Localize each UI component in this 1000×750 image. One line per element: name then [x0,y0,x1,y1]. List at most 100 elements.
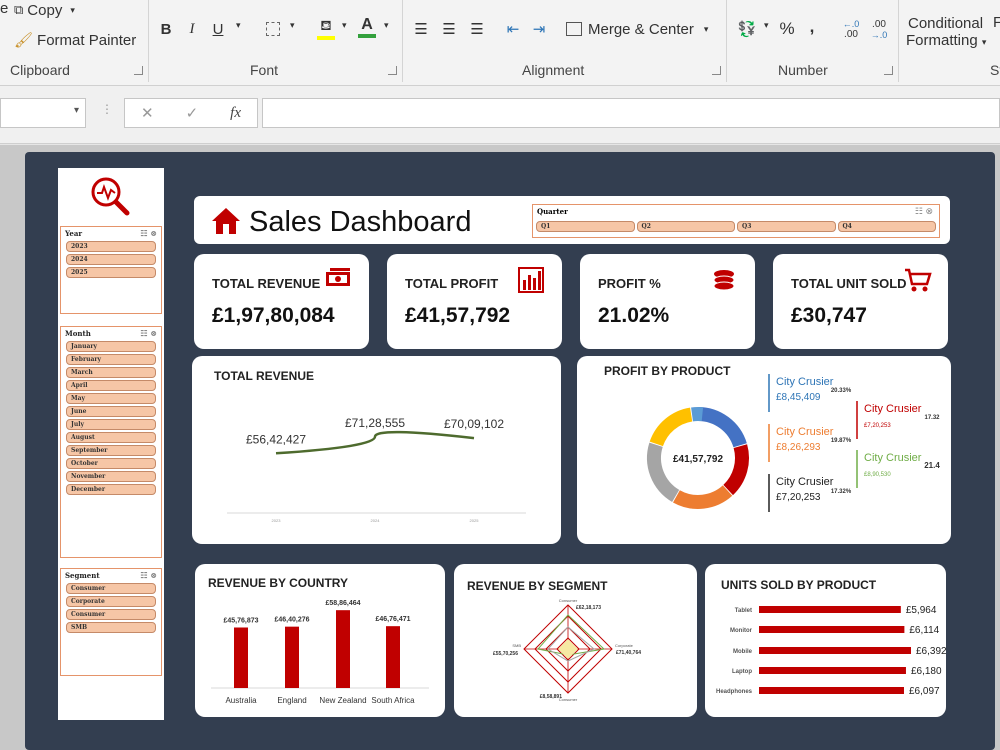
name-box[interactable]: ▾ [0,98,86,128]
data-label: £6,392 [916,646,946,657]
slicer-item[interactable]: June [66,406,156,417]
slicer-item[interactable]: Q2 [636,221,735,232]
conditional-formatting-button[interactable]: Conditional Formatting ▾ [902,10,994,54]
dialog-launcher-icon[interactable] [712,66,721,75]
slicer-item[interactable]: 2023 [66,241,156,252]
accounting-format-button[interactable]: 💱 [734,18,760,40]
align-right-button[interactable]: ☰ [466,18,488,40]
chevron-down-icon[interactable]: ▾ [384,20,389,31]
slicer-item[interactable]: Q1 [536,221,635,232]
slicer-item[interactable]: Q4 [837,221,936,232]
percent-button[interactable]: % [776,18,798,40]
merge-center-button[interactable]: Merge & Center ▾ [566,18,708,40]
increase-indent-button[interactable]: ⇥ [528,18,550,40]
bar [759,626,905,633]
data-label: £5,964 [906,605,937,616]
align-left-button[interactable]: ☰ [410,18,432,40]
decrease-indent-button[interactable]: ⇤ [502,18,524,40]
slicer-filter-icons[interactable]: ☷ ⊗ [140,228,157,238]
decrease-decimal-button[interactable]: .00 →.0 [866,16,892,42]
total-revenue-chart-card: TOTAL REVENUE 2023 2024 2025 £56,42,427 £71,… [192,356,561,544]
slicer-item[interactable]: February [66,354,156,365]
copy-label: Copy [27,1,63,19]
slicer-item[interactable]: 2025 [66,267,156,278]
formula-input[interactable] [262,98,1000,128]
format-painter-button[interactable]: 🖌 Format Painter [14,30,136,50]
group-divider [148,0,149,82]
dialog-launcher-icon[interactable] [388,66,397,75]
y-tick-label: Laptop [732,669,752,675]
data-label: £70,09,102 [444,417,504,431]
year-slicer-items: 2023 2024 2025 [61,241,161,278]
slicer-item[interactable]: Corporate [66,596,156,607]
cash-icon [326,268,350,286]
x-tick-label: 2023 [272,518,282,523]
profit-by-product-card: PROFIT BY PRODUCT £41,57,792 City Crusier… [577,356,951,544]
slicer-item[interactable]: Q3 [737,221,836,232]
slicer-item[interactable]: November [66,471,156,482]
slicer-item[interactable]: SMB [66,622,156,633]
bar [759,606,901,613]
copy-button[interactable]: ⧉ Copy ▾ [14,0,75,20]
coins-icon [713,270,735,291]
formula-bar-grip-icon: ⋮ [101,102,113,116]
slicer-item[interactable]: Consumer [66,583,156,594]
chevron-down-icon[interactable]: ▾ [764,20,769,31]
styles-group-label: St [990,62,1000,78]
data-label: £55,70,256 [493,651,518,657]
format-partial-label[interactable]: F [993,14,1000,31]
analytics-magnifier-icon [91,177,130,216]
pie-slice [647,442,680,502]
italic-button[interactable]: I [182,18,202,40]
comma-button[interactable]: , [804,16,820,38]
increase-decimal-button[interactable]: ←.0 .00 [838,16,864,42]
font-color-button[interactable]: A [356,12,378,42]
dialog-launcher-icon[interactable] [134,66,143,75]
kpi-value: £1,97,80,084 [212,304,335,327]
slicer-item[interactable]: December [66,484,156,495]
kpi-title: TOTAL REVENUE [212,276,321,291]
slicer-item[interactable]: May [66,393,156,404]
slicer-item[interactable]: August [66,432,156,443]
chevron-down-icon: ▾ [981,37,987,47]
slicer-item[interactable]: September [66,445,156,456]
cancel-icon[interactable]: ✕ [141,104,154,122]
bar [336,610,350,688]
slicer-item[interactable]: Consumer [66,609,156,620]
radar-category-label: SMB [512,643,521,648]
group-divider [726,0,727,82]
enter-icon[interactable]: ✓ [186,104,199,122]
insert-function-button[interactable]: fx [230,105,241,122]
slicer-filter-icons[interactable]: ☷ ⊗ [915,206,933,217]
slicer-item[interactable]: July [66,419,156,430]
slicer-item[interactable]: 2024 [66,254,156,265]
slicer-item[interactable]: January [66,341,156,352]
slicer-filter-icons[interactable]: ☷ ⊗ [140,570,157,580]
quarter-slicer-items: Q1 Q2 Q3 Q4 [536,221,936,233]
kpi-title: TOTAL UNIT SOLD [791,276,907,291]
callout-name: City Crusier [776,426,834,438]
slicer-item[interactable]: April [66,380,156,391]
align-center-button[interactable]: ☰ [438,18,460,40]
data-label: £71,40,764 [616,650,641,656]
bar [759,687,904,694]
bold-button[interactable]: B [156,18,176,40]
chevron-down-icon[interactable]: ▾ [290,20,295,31]
inc-decimal-label: .00 [844,28,858,40]
segment-slicer-items: Consumer Corporate Consumer SMB [61,583,161,633]
borders-button[interactable] [262,18,284,40]
fill-color-button[interactable]: ⛾ [314,14,338,42]
chevron-down-icon[interactable]: ▾ [342,20,347,31]
group-divider [402,0,403,82]
callout-name: City Crusier [776,476,834,488]
slicer-item[interactable]: October [66,458,156,469]
dialog-launcher-icon[interactable] [884,66,893,75]
callout-name: City Crusier [776,376,834,388]
slicer-item[interactable]: March [66,367,156,378]
callout-name: City Crusier [864,452,922,464]
home-icon [212,208,240,234]
underline-button[interactable]: U [208,18,228,40]
chevron-down-icon[interactable]: ▾ [236,20,241,31]
slicer-filter-icons[interactable]: ☷ ⊗ [140,328,157,338]
y-tick-label: Mobile [733,649,753,655]
